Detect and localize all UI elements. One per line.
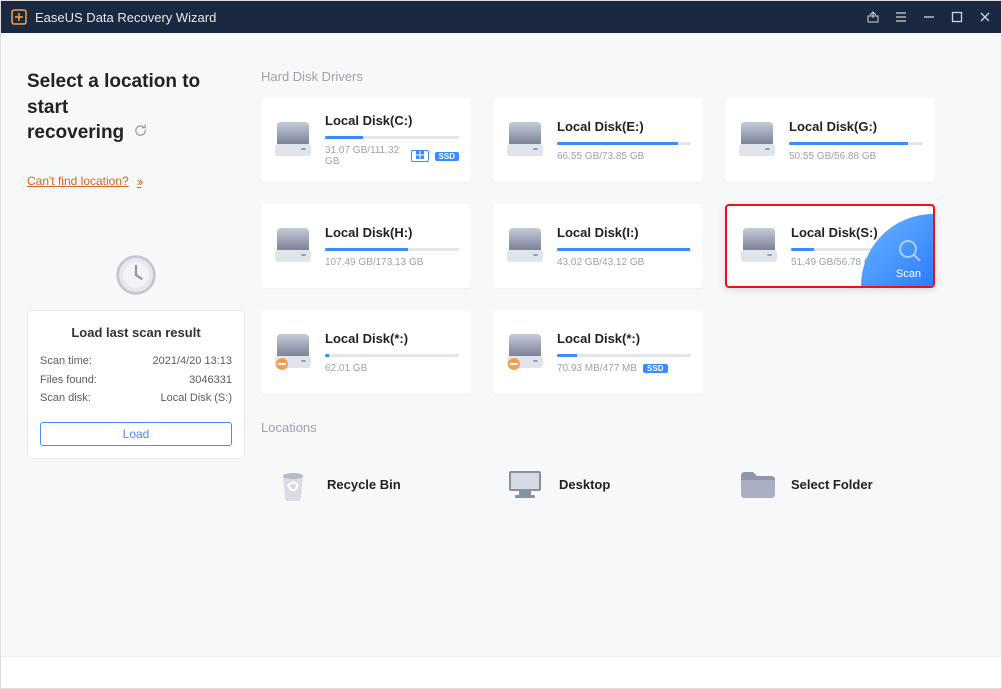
- disk-card[interactable]: Local Disk(*:) 62.01 GB: [261, 310, 471, 394]
- location-name: Select Folder: [791, 477, 873, 492]
- disk-size: 50.55 GB/56.88 GB: [789, 151, 923, 162]
- disk-name: Local Disk(G:): [789, 119, 923, 134]
- disk-usage-bar: [325, 248, 459, 251]
- disk-card[interactable]: Local Disk(C:) 31.07 GB/111.32 GBSSD: [261, 98, 471, 182]
- disk-name: Local Disk(*:): [557, 331, 691, 346]
- recycle-icon: [273, 464, 313, 504]
- disk-name: Local Disk(H:): [325, 225, 459, 240]
- load-button[interactable]: Load: [40, 422, 232, 446]
- cant-find-label: Can't find location?: [27, 174, 129, 188]
- bottom-strip: [1, 656, 1001, 688]
- hdd-section-title: Hard Disk Drivers: [261, 69, 985, 84]
- cant-find-location-link[interactable]: Can't find location? ››: [27, 174, 245, 189]
- disk-size: 31.07 GB/111.32 GBSSD: [325, 145, 459, 167]
- location-name: Recycle Bin: [327, 477, 401, 492]
- menu-icon[interactable]: [895, 11, 907, 23]
- magnifier-icon: [897, 238, 923, 269]
- disk-info: Local Disk(*:) 62.01 GB: [325, 331, 459, 374]
- disk-name: Local Disk(C:): [325, 113, 459, 128]
- left-panel: Select a location to start recovering Ca…: [17, 49, 257, 656]
- disk-info: Local Disk(H:) 107.49 GB/173.13 GB: [325, 225, 459, 268]
- app-title: EaseUS Data Recovery Wizard: [35, 10, 867, 25]
- window-controls: [867, 11, 991, 23]
- disk-icon: [739, 228, 779, 264]
- disk-icon: [505, 228, 545, 264]
- disk-size: 66.55 GB/73.85 GB: [557, 151, 691, 162]
- disk-usage-bar: [557, 248, 691, 251]
- locations-section-title: Locations: [261, 420, 985, 435]
- ssd-badge: SSD: [435, 152, 459, 161]
- scan-disk-row: Scan disk:Local Disk (S:): [40, 389, 232, 408]
- location-card[interactable]: Select Folder: [725, 449, 935, 519]
- disk-card[interactable]: Local Disk(G:) 50.55 GB/56.88 GB: [725, 98, 935, 182]
- minimize-icon[interactable]: [923, 11, 935, 23]
- ssd-badge: SSD: [643, 364, 667, 373]
- disk-usage-bar: [325, 136, 459, 139]
- refresh-icon[interactable]: [133, 120, 148, 146]
- disk-usage-bar: [325, 354, 459, 357]
- heading-line2: recovering: [27, 122, 124, 143]
- disk-name: Local Disk(*:): [325, 331, 459, 346]
- disk-card[interactable]: Local Disk(*:) 70.93 MB/477 MBSSD: [493, 310, 703, 394]
- disk-info: Local Disk(*:) 70.93 MB/477 MBSSD: [557, 331, 691, 374]
- disk-info: Local Disk(E:) 66.55 GB/73.85 GB: [557, 119, 691, 162]
- location-card[interactable]: Desktop: [493, 449, 703, 519]
- chevron-right-icon: ››: [137, 174, 142, 189]
- disk-info: Local Disk(G:) 50.55 GB/56.88 GB: [789, 119, 923, 162]
- share-icon[interactable]: [867, 11, 879, 23]
- page-heading: Select a location to start recovering: [27, 69, 245, 146]
- disk-size: 62.01 GB: [325, 363, 459, 374]
- disk-size: 70.93 MB/477 MBSSD: [557, 363, 691, 374]
- load-last-scan-card: Load last scan result Scan time:2021/4/2…: [27, 310, 245, 459]
- disk-icon: [273, 334, 313, 370]
- load-card-title: Load last scan result: [40, 325, 232, 340]
- main-area: Select a location to start recovering Ca…: [1, 33, 1001, 656]
- disk-icon: [505, 334, 545, 370]
- right-panel: Hard Disk Drivers Local Disk(C:) 31.07 G…: [257, 49, 985, 656]
- scan-time-row: Scan time:2021/4/20 13:13: [40, 352, 232, 371]
- titlebar: EaseUS Data Recovery Wizard: [1, 1, 1001, 33]
- disk-info: Local Disk(C:) 31.07 GB/111.32 GBSSD: [325, 113, 459, 167]
- disk-size: 43.02 GB/43.12 GB: [557, 257, 691, 268]
- disk-name: Local Disk(I:): [557, 225, 691, 240]
- disk-icon: [273, 122, 313, 158]
- desktop-icon: [505, 464, 545, 504]
- clock-icon: [27, 253, 245, 302]
- disk-usage-bar: [557, 142, 691, 145]
- windows-badge-icon: [411, 150, 429, 162]
- disk-size: 107.49 GB/173.13 GB: [325, 257, 459, 268]
- disk-card[interactable]: Local Disk(E:) 66.55 GB/73.85 GB: [493, 98, 703, 182]
- location-name: Desktop: [559, 477, 610, 492]
- locations-grid: Recycle Bin Desktop Select Folder: [261, 449, 985, 519]
- disk-usage-bar: [789, 142, 923, 145]
- disk-card[interactable]: Local Disk(I:) 43.02 GB/43.12 GB: [493, 204, 703, 288]
- disk-name: Local Disk(E:): [557, 119, 691, 134]
- app-logo-icon: [11, 9, 27, 25]
- scan-label: Scan: [896, 268, 921, 280]
- folder-icon: [737, 464, 777, 504]
- disk-info: Local Disk(I:) 43.02 GB/43.12 GB: [557, 225, 691, 268]
- disk-icon: [737, 122, 777, 158]
- files-found-row: Files found:3046331: [40, 371, 232, 390]
- location-card[interactable]: Recycle Bin: [261, 449, 471, 519]
- disk-card[interactable]: Local Disk(H:) 107.49 GB/173.13 GB: [261, 204, 471, 288]
- heading-line1: Select a location to start: [27, 71, 200, 118]
- disk-grid: Local Disk(C:) 31.07 GB/111.32 GBSSD Loc…: [261, 98, 985, 394]
- scan-button[interactable]: Scan: [861, 214, 933, 286]
- close-icon[interactable]: [979, 11, 991, 23]
- maximize-icon[interactable]: [951, 11, 963, 23]
- disk-card[interactable]: Local Disk(S:) 51.49 GB/56.78 GB Scan: [725, 204, 935, 288]
- disk-usage-bar: [557, 354, 691, 357]
- disk-icon: [273, 228, 313, 264]
- disk-icon: [505, 122, 545, 158]
